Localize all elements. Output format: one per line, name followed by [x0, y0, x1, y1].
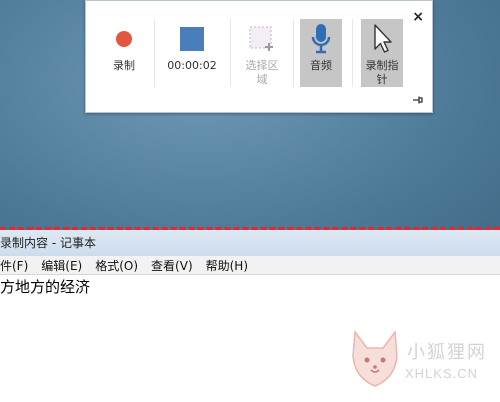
- microphone-icon: [305, 23, 337, 55]
- menu-edit[interactable]: 编辑(E): [41, 257, 82, 274]
- text-editor-area[interactable]: 方地方的经济: [0, 275, 500, 296]
- select-area-icon: [246, 23, 278, 55]
- fox-logo-icon: [352, 329, 398, 387]
- pin-icon[interactable]: [412, 90, 424, 104]
- stop-button[interactable]: 00:00:02: [159, 19, 225, 87]
- toolbar-divider: [352, 19, 353, 87]
- close-icon[interactable]: ×: [412, 9, 424, 25]
- menu-file[interactable]: 件(F): [0, 257, 28, 274]
- pointer-label-2: 针: [376, 73, 388, 86]
- screen-recording-toolbar: 录制 00:00:02 选择区 域 音频 录制指 针 ×: [85, 0, 433, 113]
- notepad-window: 录制内容 - 记事本 件(F) 编辑(E) 格式(O) 查看(V) 帮助(H) …: [0, 230, 500, 402]
- pointer-label: 录制指: [365, 59, 399, 72]
- record-button[interactable]: 录制: [98, 19, 150, 87]
- menu-view[interactable]: 查看(V): [151, 257, 193, 274]
- toolbar-divider: [154, 19, 155, 87]
- audio-toggle-button[interactable]: 音频: [300, 19, 342, 87]
- menu-help[interactable]: 帮助(H): [206, 257, 248, 274]
- recording-timer: 00:00:02: [167, 59, 217, 72]
- toolbar-divider: [230, 19, 231, 87]
- toolbar-divider: [293, 19, 294, 87]
- watermark-url: XHLKS.CN: [405, 366, 479, 381]
- record-pointer-button[interactable]: 录制指 针: [361, 19, 403, 87]
- record-label: 录制: [113, 59, 135, 72]
- select-area-button[interactable]: 选择区 域: [236, 19, 288, 87]
- cursor-pointer-icon: [366, 23, 398, 55]
- stop-icon: [176, 23, 208, 55]
- watermark-text: 小狐狸网: [407, 342, 487, 363]
- audio-label: 音频: [310, 59, 332, 72]
- menu-format[interactable]: 格式(O): [95, 257, 138, 274]
- record-icon: [108, 23, 140, 55]
- select-area-label: 选择区: [245, 59, 279, 72]
- menu-bar: 件(F) 编辑(E) 格式(O) 查看(V) 帮助(H): [0, 256, 500, 275]
- watermark: 小狐狸网 XHLKS.CN: [345, 324, 490, 394]
- notepad-title: 录制内容 - 记事本: [0, 230, 500, 256]
- select-area-label-2: 域: [256, 73, 268, 86]
